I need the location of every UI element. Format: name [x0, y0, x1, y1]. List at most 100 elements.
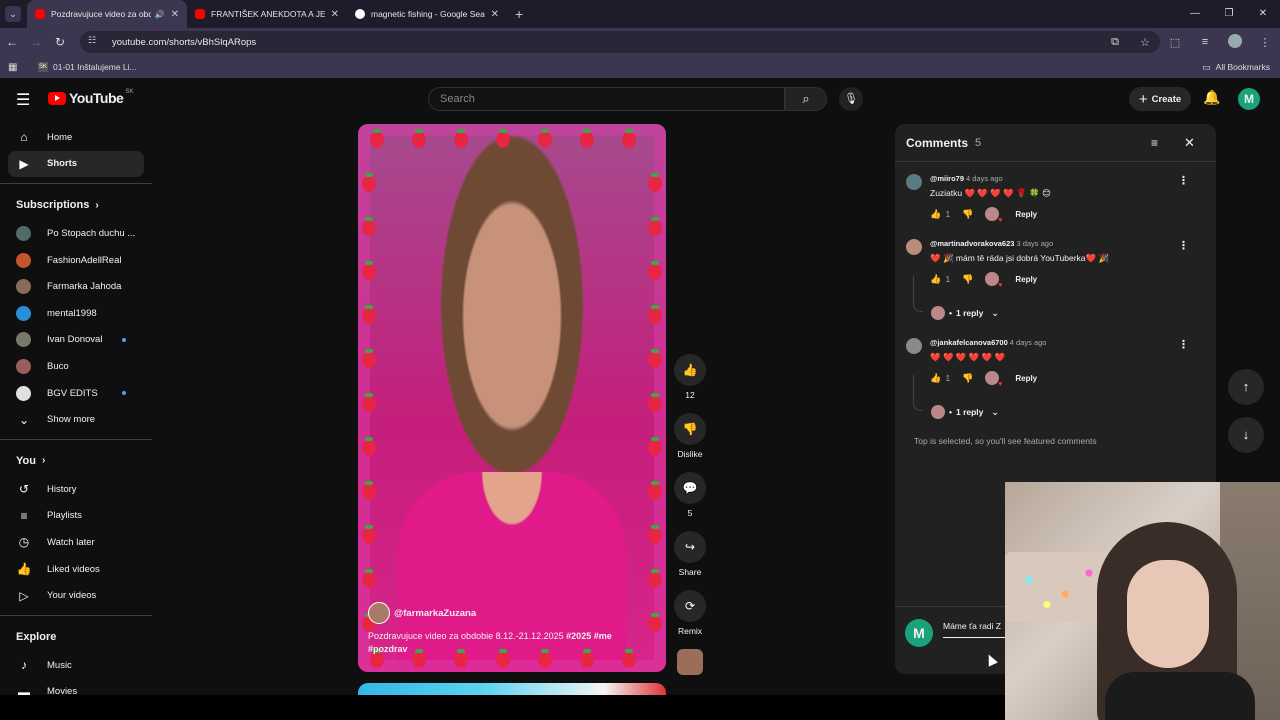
sidebar-item-subscription[interactable]: Po Stopach duchu ... — [0, 220, 144, 247]
dislike-button[interactable]: 👎 — [674, 413, 706, 445]
create-button[interactable]: + Create — [1129, 87, 1191, 111]
menu-hamburger-icon[interactable]: ☰ — [16, 90, 30, 110]
account-avatar[interactable]: M — [1238, 88, 1260, 110]
browser-tab-1[interactable]: Pozdravujuce video za obdobie 🔊 ✕ — [27, 0, 187, 28]
remix-button[interactable]: ⟳ — [674, 590, 706, 622]
thumbs-up-icon[interactable]: 👍 — [930, 373, 941, 384]
hashtag-link[interactable]: #2025 — [566, 631, 591, 641]
view-replies-button[interactable]: • 1 reply ⌄ — [913, 375, 999, 419]
sidebar-item-subscription[interactable]: FashionAdellReal — [0, 247, 144, 274]
profile-icon[interactable] — [1220, 33, 1250, 51]
close-icon[interactable]: ✕ — [1184, 135, 1195, 151]
search-input[interactable]: Search — [428, 87, 785, 111]
like-icon: 👍 — [16, 562, 32, 577]
site-info-icon[interactable]: ☷ — [88, 35, 102, 49]
creator-avatar — [931, 405, 945, 419]
channel-handle[interactable]: @farmarkaZuzana — [394, 608, 476, 619]
sidebar-item-subscription[interactable]: BGV EDITS — [0, 380, 144, 407]
bookmark-item[interactable]: SK 01-01 Inštalujeme Li... — [38, 62, 137, 72]
hashtag-link[interactable]: #me — [594, 631, 612, 641]
search-button[interactable]: ⌕ — [785, 87, 827, 111]
thumbs-down-icon[interactable]: 👎 — [962, 209, 973, 220]
comment-menu-icon[interactable]: ⋮ — [1178, 239, 1189, 252]
sidebar-item-music[interactable]: ♪ Music — [0, 652, 144, 679]
new-tab-icon[interactable]: + — [515, 6, 523, 22]
hashtag-link[interactable]: #pozdrav — [368, 644, 408, 654]
short-channel[interactable]: @farmarkaZuzana — [368, 602, 476, 624]
reload-icon[interactable]: ↻ — [48, 35, 72, 49]
like-button[interactable]: 👍 — [674, 354, 706, 386]
short-video-player[interactable]: @farmarkaZuzana Pozdravujuce video za ob… — [358, 124, 666, 672]
next-short-button[interactable]: ↓ — [1228, 417, 1264, 453]
close-tab-icon[interactable]: ✕ — [171, 9, 179, 20]
reply-button[interactable]: Reply — [1015, 374, 1037, 383]
comment-menu-icon[interactable]: ⋮ — [1178, 174, 1189, 187]
next-short-preview[interactable] — [358, 683, 666, 695]
sidebar-item-subscription[interactable]: Ivan Donoval — [0, 327, 144, 354]
thumbs-down-icon: 👎 — [682, 422, 698, 436]
thumbs-up-icon[interactable]: 👍 — [930, 209, 941, 220]
all-bookmarks-button[interactable]: ▭ All Bookmarks — [1202, 62, 1270, 73]
extensions-icon[interactable]: ⬚ — [1160, 36, 1190, 49]
show-more-button[interactable]: ⌄ Show more — [0, 406, 144, 433]
thumbs-down-icon[interactable]: 👎 — [962, 274, 973, 285]
menu-kebab-icon[interactable]: ⋮ — [1250, 36, 1280, 49]
sidebar-item-history[interactable]: ↺ History — [0, 476, 144, 503]
comment-author[interactable]: @jankafelcanova6700 — [930, 338, 1008, 347]
reply-button[interactable]: Reply — [1015, 275, 1037, 284]
sidebar-item-label: Po Stopach duchu ... — [47, 227, 136, 239]
comment-time: 4 days ago — [1009, 338, 1047, 347]
bookmark-star-icon[interactable]: ☆ — [1130, 36, 1160, 49]
commenter-avatar[interactable] — [906, 239, 922, 255]
sort-icon[interactable]: ≡ — [1151, 136, 1158, 150]
commenter-avatar[interactable] — [906, 174, 922, 190]
speaker-icon[interactable]: 🔊 — [155, 10, 165, 19]
sidebar-item-subscription[interactable]: Farmarka Jahoda — [0, 273, 144, 300]
sidebar-item-liked-videos[interactable]: 👍 Liked videos — [0, 556, 144, 583]
sidebar-item-home[interactable]: ⌂ Home — [0, 124, 144, 151]
apps-grid-icon[interactable]: ▦ — [8, 62, 20, 73]
section-title: Subscriptions — [16, 199, 90, 212]
bookmark-label: 01-01 Inštalujeme Li... — [53, 62, 137, 72]
browser-tab-2[interactable]: FRANTIŠEK ANEKDOTA A JEHO ✕ — [187, 0, 347, 28]
sound-avatar[interactable] — [677, 649, 703, 675]
view-replies-button[interactable]: • 1 reply ⌄ — [913, 276, 999, 320]
thumbs-up-icon[interactable]: 👍 — [930, 274, 941, 285]
youtube-logo[interactable]: YouTube SK — [48, 89, 133, 106]
back-icon[interactable]: ← — [0, 35, 24, 49]
commenter-avatar[interactable] — [906, 338, 922, 354]
url-field[interactable]: ☷ youtube.com/shorts/vBhSlqARops — [80, 31, 1160, 53]
share-button[interactable]: ↪ — [674, 531, 706, 563]
sidebar-item-shorts[interactable]: ▶ Shorts — [8, 150, 144, 178]
comment-author[interactable]: @miiro79 — [930, 174, 964, 183]
thumbs-down-icon[interactable]: 👎 — [962, 373, 973, 384]
sidebar-item-subscription[interactable]: Buco — [0, 353, 144, 380]
forward-icon[interactable]: → — [24, 35, 48, 49]
sidebar-item-label: Home — [47, 131, 73, 143]
media-icon[interactable]: ≡ — [1190, 36, 1220, 48]
close-window-icon[interactable]: ✕ — [1246, 0, 1280, 28]
comment-author[interactable]: @martinadvorakova623 — [930, 239, 1014, 248]
close-tab-icon[interactable]: ✕ — [331, 9, 339, 20]
comments-button[interactable]: 💬 — [674, 472, 706, 504]
channel-avatar[interactable] — [368, 602, 390, 624]
previous-short-button[interactable]: ↑ — [1228, 369, 1264, 405]
sidebar-item-watch-later[interactable]: ◷ Watch later — [0, 529, 144, 556]
close-tab-icon[interactable]: ✕ — [491, 9, 499, 20]
notifications-bell-icon[interactable]: 🔔 — [1203, 89, 1220, 106]
browser-tab-3[interactable]: magnetic fishing - Google Search ✕ — [347, 0, 507, 28]
restore-icon[interactable]: ❐ — [1212, 0, 1246, 28]
comment-menu-icon[interactable]: ⋮ — [1178, 338, 1189, 351]
reply-button[interactable]: Reply — [1015, 210, 1037, 219]
sidebar-item-playlists[interactable]: ≡ Playlists — [0, 503, 144, 530]
sidebar-item-subscription[interactable]: mental1998 — [0, 300, 144, 327]
minimize-icon[interactable]: — — [1178, 0, 1212, 28]
voice-search-button[interactable]: 🎙 — [839, 87, 863, 111]
comment-toolbar: 👍 1 👎 Reply — [930, 207, 1037, 224]
you-header[interactable]: You › — [0, 446, 152, 476]
sidebar-item-your-videos[interactable]: ▷ Your videos — [0, 582, 144, 609]
comment-text: ❤️ ❤️ ❤️ ❤️ ❤️ ❤️ — [930, 352, 1006, 362]
cast-icon[interactable]: ⧉ — [1100, 36, 1130, 49]
subscriptions-header[interactable]: Subscriptions › — [0, 190, 152, 220]
tab-search-button[interactable]: ⌄ — [5, 6, 21, 22]
